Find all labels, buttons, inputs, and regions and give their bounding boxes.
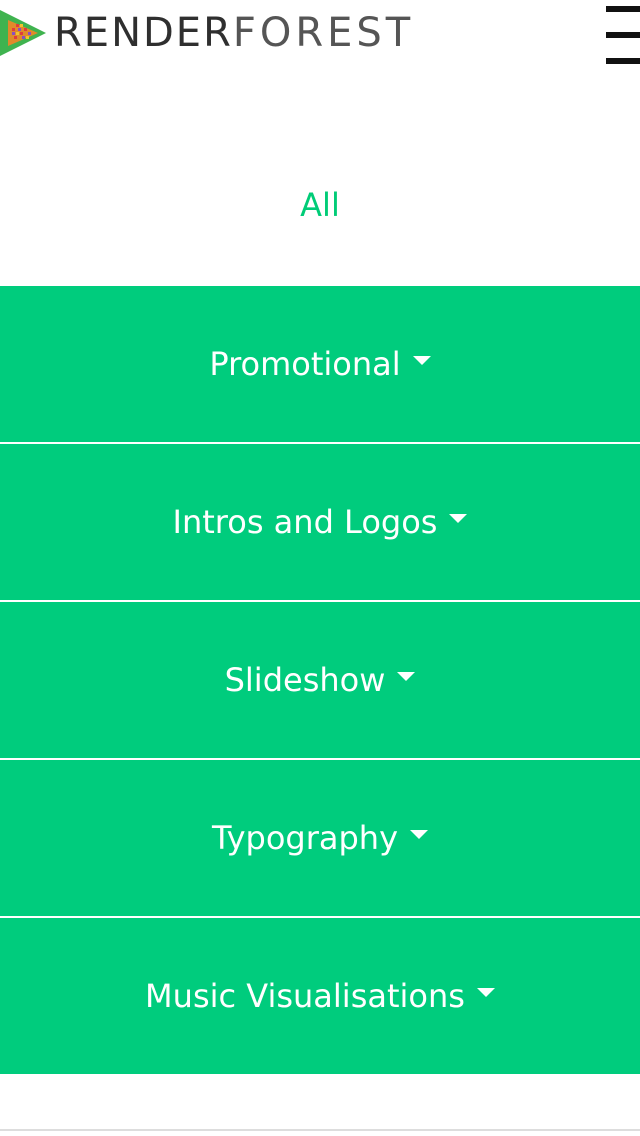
- divider: [0, 1129, 640, 1131]
- category-slideshow[interactable]: Slideshow: [0, 602, 640, 758]
- category-label: Slideshow: [224, 661, 386, 699]
- page: RENDERFOREST All Promotional Intros and …: [0, 0, 640, 1136]
- logo-text-forest: FOREST: [232, 10, 415, 56]
- caret-down-icon: [410, 829, 428, 839]
- caret-down-icon: [449, 513, 468, 523]
- menu-bar-middle: [606, 32, 640, 38]
- logo-wordmark: RENDERFOREST: [54, 10, 414, 56]
- category-typography[interactable]: Typography: [0, 760, 640, 916]
- category-label: Intros and Logos: [172, 503, 438, 541]
- category-music-visualisations[interactable]: Music Visualisations: [0, 918, 640, 1074]
- logo-text-render: RENDER: [54, 10, 233, 56]
- caret-down-icon: [476, 987, 495, 997]
- logo-icon: [0, 10, 46, 56]
- caret-down-icon: [412, 355, 431, 365]
- logo-link[interactable]: RENDERFOREST: [0, 10, 414, 56]
- category-intros-and-logos[interactable]: Intros and Logos: [0, 444, 640, 600]
- site-header: RENDERFOREST: [0, 0, 640, 66]
- filter-all-link[interactable]: All: [0, 175, 640, 235]
- category-label: Typography: [212, 819, 398, 857]
- caret-down-icon: [397, 671, 416, 681]
- category-label: Music Visualisations: [145, 977, 465, 1015]
- menu-bar-top: [606, 6, 640, 12]
- category-label: Promotional: [209, 345, 401, 383]
- hamburger-menu-icon[interactable]: [606, 6, 640, 64]
- category-promotional[interactable]: Promotional: [0, 286, 640, 442]
- category-list: Promotional Intros and Logos Slideshow T…: [0, 286, 640, 1076]
- menu-bar-bottom: [606, 58, 640, 64]
